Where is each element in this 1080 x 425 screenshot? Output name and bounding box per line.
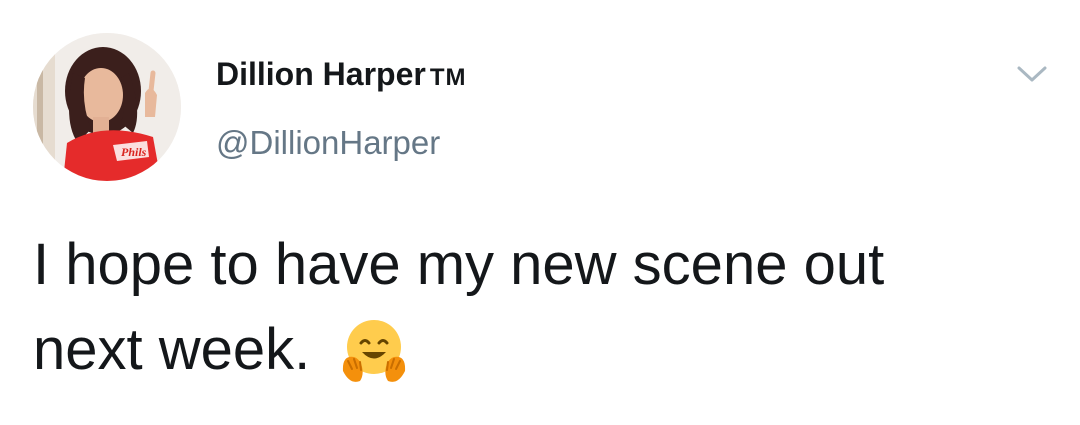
tweet-text-line-1: I hope to have my new scene out [33, 232, 885, 297]
tweet-card: Phils Dillion Harper TM @DillionHarper I … [0, 0, 1080, 425]
author-display-name[interactable]: Dillion Harper TM [216, 56, 466, 93]
avatar-image: Phils [33, 33, 181, 181]
hugging-face-emoji-icon [338, 315, 410, 387]
author-handle[interactable]: @DillionHarper [216, 124, 440, 162]
trademark-suffix: TM [429, 64, 467, 91]
jersey-logo: Phils [121, 145, 147, 159]
tweet-text-line-2: next week. [33, 317, 311, 382]
avatar[interactable]: Phils [33, 33, 181, 181]
tweet-text: I hope to have my new scene out next wee… [33, 222, 1043, 392]
author-name-text: Dillion Harper [216, 56, 426, 92]
tweet-menu-button[interactable] [1014, 56, 1050, 92]
chevron-down-icon [1017, 66, 1047, 82]
